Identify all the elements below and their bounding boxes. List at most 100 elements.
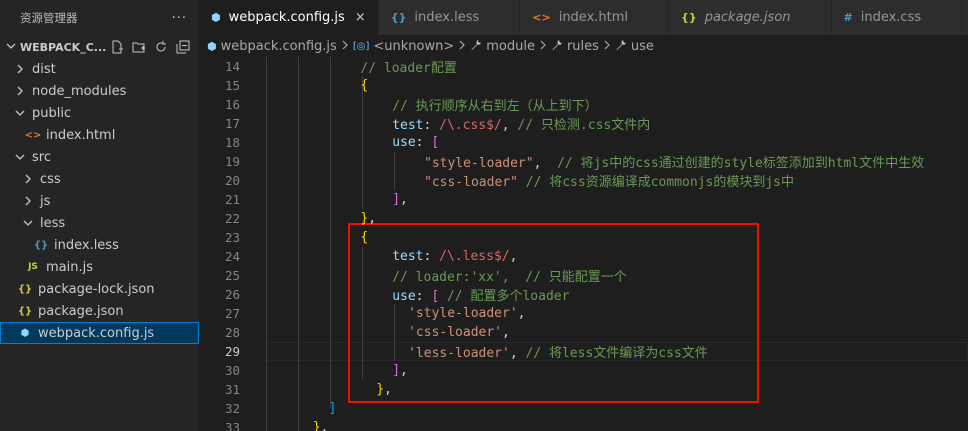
tree-item-label: public	[32, 105, 72, 121]
tab-label: webpack.config.js	[228, 10, 345, 25]
breadcrumb-item[interactable]: ⬢ webpack.config.js	[207, 39, 337, 54]
json-icon: {}	[681, 11, 697, 24]
code-line: 21],	[199, 190, 968, 209]
editor-tabs: ⬢ webpack.config.js × {} index.less <> index.h…	[199, 0, 968, 35]
breadcrumb-item[interactable]: module	[470, 39, 535, 54]
explorer-sidebar: 资源管理器 ··· WEBPACK_C... dist node_modulesp…	[0, 0, 199, 431]
more-actions-icon[interactable]: ···	[172, 11, 187, 26]
explorer-title: 资源管理器	[20, 11, 78, 25]
code-text: 'less-loader', // 将less文件编译为css文件	[408, 342, 708, 361]
code-token: // loader配置	[360, 61, 457, 76]
code-token: ,	[320, 420, 329, 431]
collapse-all-icon[interactable]	[175, 39, 191, 55]
code-token: :	[423, 118, 440, 133]
tree-file[interactable]: {} index.less	[0, 234, 199, 256]
chevron-right-icon	[20, 196, 36, 206]
html-icon: <>	[532, 11, 551, 24]
code-text: use: [ // 配置多个loader	[392, 285, 569, 304]
breadcrumb: ⬢ webpack.config.js [◎] <unknown> module rule…	[199, 35, 968, 57]
tree-folder[interactable]: node_modules	[0, 80, 199, 102]
chevron-right-icon	[12, 64, 28, 74]
line-number: 29	[224, 344, 240, 359]
tree-file[interactable]: ⬢ webpack.config.js	[0, 322, 199, 344]
workspace-section-header[interactable]: WEBPACK_C...	[0, 36, 199, 58]
tree-folder[interactable]: css	[0, 168, 199, 190]
tree-folder[interactable]: js	[0, 190, 199, 212]
code-text: },	[313, 420, 329, 431]
tree-file[interactable]: {} package.json	[0, 300, 199, 322]
line-number: 33	[224, 420, 240, 431]
code-text: {	[360, 78, 368, 93]
wrench-icon	[470, 39, 482, 54]
tab-label: package.json	[704, 10, 791, 25]
editor-tab[interactable]: {} package.json	[669, 0, 832, 35]
tree-item-label: package-lock.json	[38, 281, 155, 297]
code-token: ]	[328, 401, 337, 416]
refresh-icon[interactable]	[153, 39, 169, 55]
chevron-right-icon	[539, 39, 547, 53]
tree-file[interactable]: JS main.js	[0, 256, 199, 278]
chevron-down-icon	[12, 152, 28, 162]
code-text: use: [	[392, 135, 439, 150]
breadcrumb-label: use	[630, 38, 654, 54]
new-file-icon[interactable]	[109, 39, 125, 55]
line-number: 26	[224, 287, 240, 302]
code-token: test	[392, 249, 424, 264]
editor-tab[interactable]: JSmain.js	[962, 0, 968, 35]
editor-tab[interactable]: # index.css	[831, 0, 963, 35]
tree-folder[interactable]: public	[0, 102, 199, 124]
tree-item-label: less	[40, 215, 66, 231]
code-token: ,	[509, 249, 518, 264]
chevron-down-icon	[20, 218, 36, 228]
new-folder-icon[interactable]	[131, 39, 147, 55]
tree-item-label: webpack.config.js	[38, 325, 155, 341]
tree-folder[interactable]: dist	[0, 58, 199, 80]
less-file-icon: {}	[33, 239, 49, 251]
tab-label: index.css	[860, 10, 922, 25]
editor-tab[interactable]: {} index.less	[378, 0, 521, 35]
code-line: 22},	[199, 209, 968, 228]
breadcrumb-item[interactable]: use	[615, 39, 654, 54]
tree-file[interactable]: <> index.html	[0, 124, 199, 146]
code-text: "style-loader", // 将js中的css通过创建的style标签添…	[424, 152, 924, 171]
code-line: 19 "style-loader", // 将js中的css通过创建的style标…	[199, 152, 968, 171]
code-token: :	[423, 249, 440, 264]
code-token: use	[392, 135, 416, 150]
tree-file[interactable]: {} package-lock.json	[0, 278, 199, 300]
code-token: {	[360, 230, 369, 245]
code-token: 'less-loader'	[408, 346, 510, 361]
code-token: ,	[400, 192, 408, 207]
code-token: ,	[400, 363, 408, 378]
code-token: // 执行顺序从右到左（从上到下）	[392, 99, 598, 114]
code-line: 26 use: [ // 配置多个loader	[199, 285, 968, 304]
code-token: ]	[392, 192, 401, 207]
line-number: 22	[224, 211, 240, 226]
code-text: // 执行顺序从右到左（从上到下）	[392, 95, 597, 114]
line-number: 20	[224, 173, 240, 188]
editor-tab[interactable]: <> index.html	[520, 0, 670, 35]
tree-folder[interactable]: less	[0, 212, 199, 234]
code-text: ],	[392, 363, 408, 378]
code-line: 18 use: [	[199, 133, 968, 152]
tree-item-label: index.less	[54, 237, 119, 253]
code-line: 20 "css-loader" // 将css资源编译成commonjs的模块到j…	[199, 171, 968, 190]
chevron-right-icon	[12, 86, 28, 96]
code-text: },	[360, 211, 376, 226]
breadcrumb-item[interactable]: [◎] <unknown>	[353, 39, 454, 54]
code-token: ,	[517, 306, 526, 321]
editor-tab[interactable]: ⬢ webpack.config.js ×	[199, 0, 379, 35]
code-line: 32]	[199, 399, 968, 418]
code-token: }	[376, 382, 385, 397]
breadcrumb-item[interactable]: rules	[551, 39, 599, 54]
tree-item-label: js	[40, 193, 51, 209]
tree-folder[interactable]: src	[0, 146, 199, 168]
code-token: :	[415, 135, 432, 150]
code-text: },	[376, 382, 392, 397]
breadcrumb-label: module	[486, 38, 535, 54]
code-token: :	[415, 289, 432, 304]
close-icon[interactable]: ×	[355, 10, 366, 25]
code-line: 30],	[199, 361, 968, 380]
code-editor[interactable]: 14 // loader配置 15 {16 // 执行顺序从右到左（从上到下） 17 tes…	[199, 57, 968, 431]
